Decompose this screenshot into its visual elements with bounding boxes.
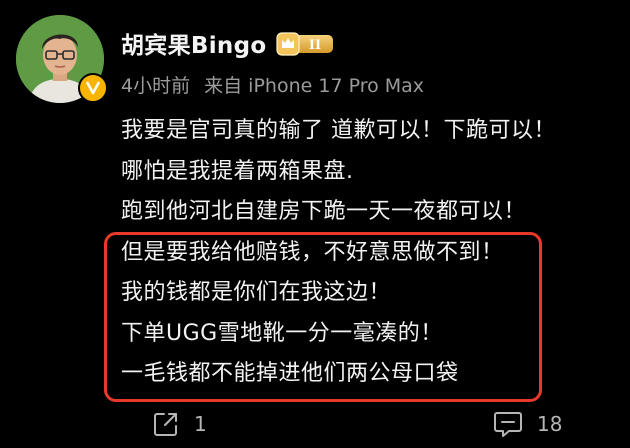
vip-level-badge[interactable]: II — [275, 31, 337, 57]
weibo-post: 胡宾果Bingo II 4小时前 来自 iPhone 17 Pro Max 我要… — [0, 0, 630, 448]
content-line: 我要是官司真的输了 道歉可以！下跪可以！ — [121, 118, 556, 143]
content-line: 哪怕是我提着两箱果盘. — [121, 158, 354, 184]
comment-count: 18 — [537, 412, 563, 436]
vip-level-text: II — [309, 38, 321, 53]
content-line: 跑到他河北自建房下跪一天一夜都可以！ — [121, 199, 527, 224]
author-avatar[interactable] — [16, 15, 108, 103]
post-meta: 4小时前 来自 iPhone 17 Pro Max — [121, 71, 424, 98]
post-time: 4小时前 — [121, 75, 191, 97]
share-icon — [154, 413, 177, 436]
share-button[interactable]: 1 — [152, 410, 207, 438]
verified-v-icon — [78, 73, 108, 103]
share-count: 1 — [194, 412, 207, 436]
comment-icon — [494, 412, 522, 437]
red-highlight-box — [104, 232, 542, 402]
post-source: 来自 iPhone 17 Pro Max — [204, 75, 425, 97]
comment-button[interactable]: 18 — [493, 410, 562, 438]
author-name[interactable]: 胡宾果Bingo — [121, 26, 266, 60]
crown-level-badge-icon: II — [276, 32, 333, 56]
